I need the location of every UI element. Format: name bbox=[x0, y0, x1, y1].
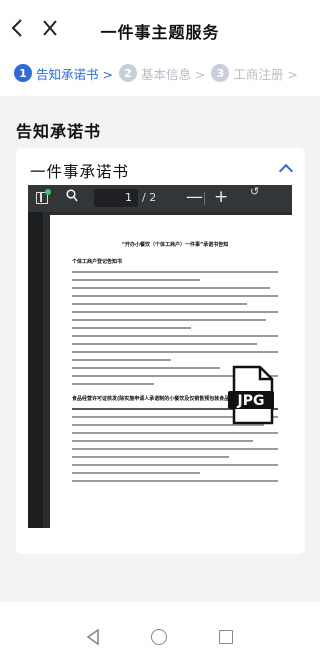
step-label: 基本信息 > bbox=[140, 66, 206, 82]
step-1[interactable]: 1 告知承诺书 > bbox=[14, 64, 113, 83]
pdf-toolbar: 1 / 2 — + ↺ bbox=[28, 185, 292, 212]
nav-home-icon[interactable] bbox=[151, 629, 167, 645]
pdf-viewer[interactable]: 1 / 2 — + ↺ “开办小餐饮（个体工商户）一件事”承诺书告知 个体工商户… bbox=[28, 185, 292, 528]
card-title: 一件事承诺书 bbox=[30, 163, 130, 181]
thumbnail-strip bbox=[28, 212, 43, 528]
step-number: 3 bbox=[211, 64, 230, 82]
jpg-label: JPG bbox=[237, 393, 265, 409]
step-3[interactable]: 3 工商注册 > bbox=[211, 64, 298, 83]
jpg-file-icon[interactable]: JPG bbox=[228, 365, 276, 425]
step-number: 1 bbox=[14, 64, 32, 82]
step-number: 2 bbox=[118, 64, 137, 82]
rotate-icon[interactable]: ↺ bbox=[250, 185, 259, 198]
nav-back-icon[interactable] bbox=[86, 629, 100, 645]
step-indicator: 1 告知承诺书 > 2 基本信息 > 3 工商注册 > bbox=[0, 58, 320, 88]
top-bar: 一件事主题服务 bbox=[0, 0, 320, 58]
nav-recent-apps-icon[interactable] bbox=[219, 630, 233, 644]
page-total: / 2 bbox=[142, 191, 157, 204]
document-subheading: 个体工商户登记告知书 bbox=[72, 259, 123, 265]
document-heading: “开办小餐饮（个体工商户）一件事”承诺书告知 bbox=[121, 242, 229, 248]
page-title: 一件事主题服务 bbox=[100, 23, 220, 42]
search-icon[interactable] bbox=[66, 189, 78, 207]
page-number-input[interactable]: 1 bbox=[94, 189, 138, 207]
commitment-card: 一件事承诺书 1 / 2 — + ↺ “开办小餐饮（个体工商户）一件事”承诺书告… bbox=[16, 148, 305, 554]
zoom-out-button[interactable]: — bbox=[186, 187, 203, 207]
toolbar-divider bbox=[204, 192, 205, 205]
step-label: 工商注册 > bbox=[233, 66, 298, 82]
step-label: 告知承诺书 > bbox=[36, 66, 113, 82]
step-2[interactable]: 2 基本信息 > bbox=[118, 64, 206, 83]
zoom-in-button[interactable]: + bbox=[214, 187, 228, 207]
section-title: 告知承诺书 bbox=[16, 122, 102, 141]
chevron-up-icon[interactable] bbox=[278, 163, 294, 179]
status-dot-icon bbox=[45, 189, 51, 195]
